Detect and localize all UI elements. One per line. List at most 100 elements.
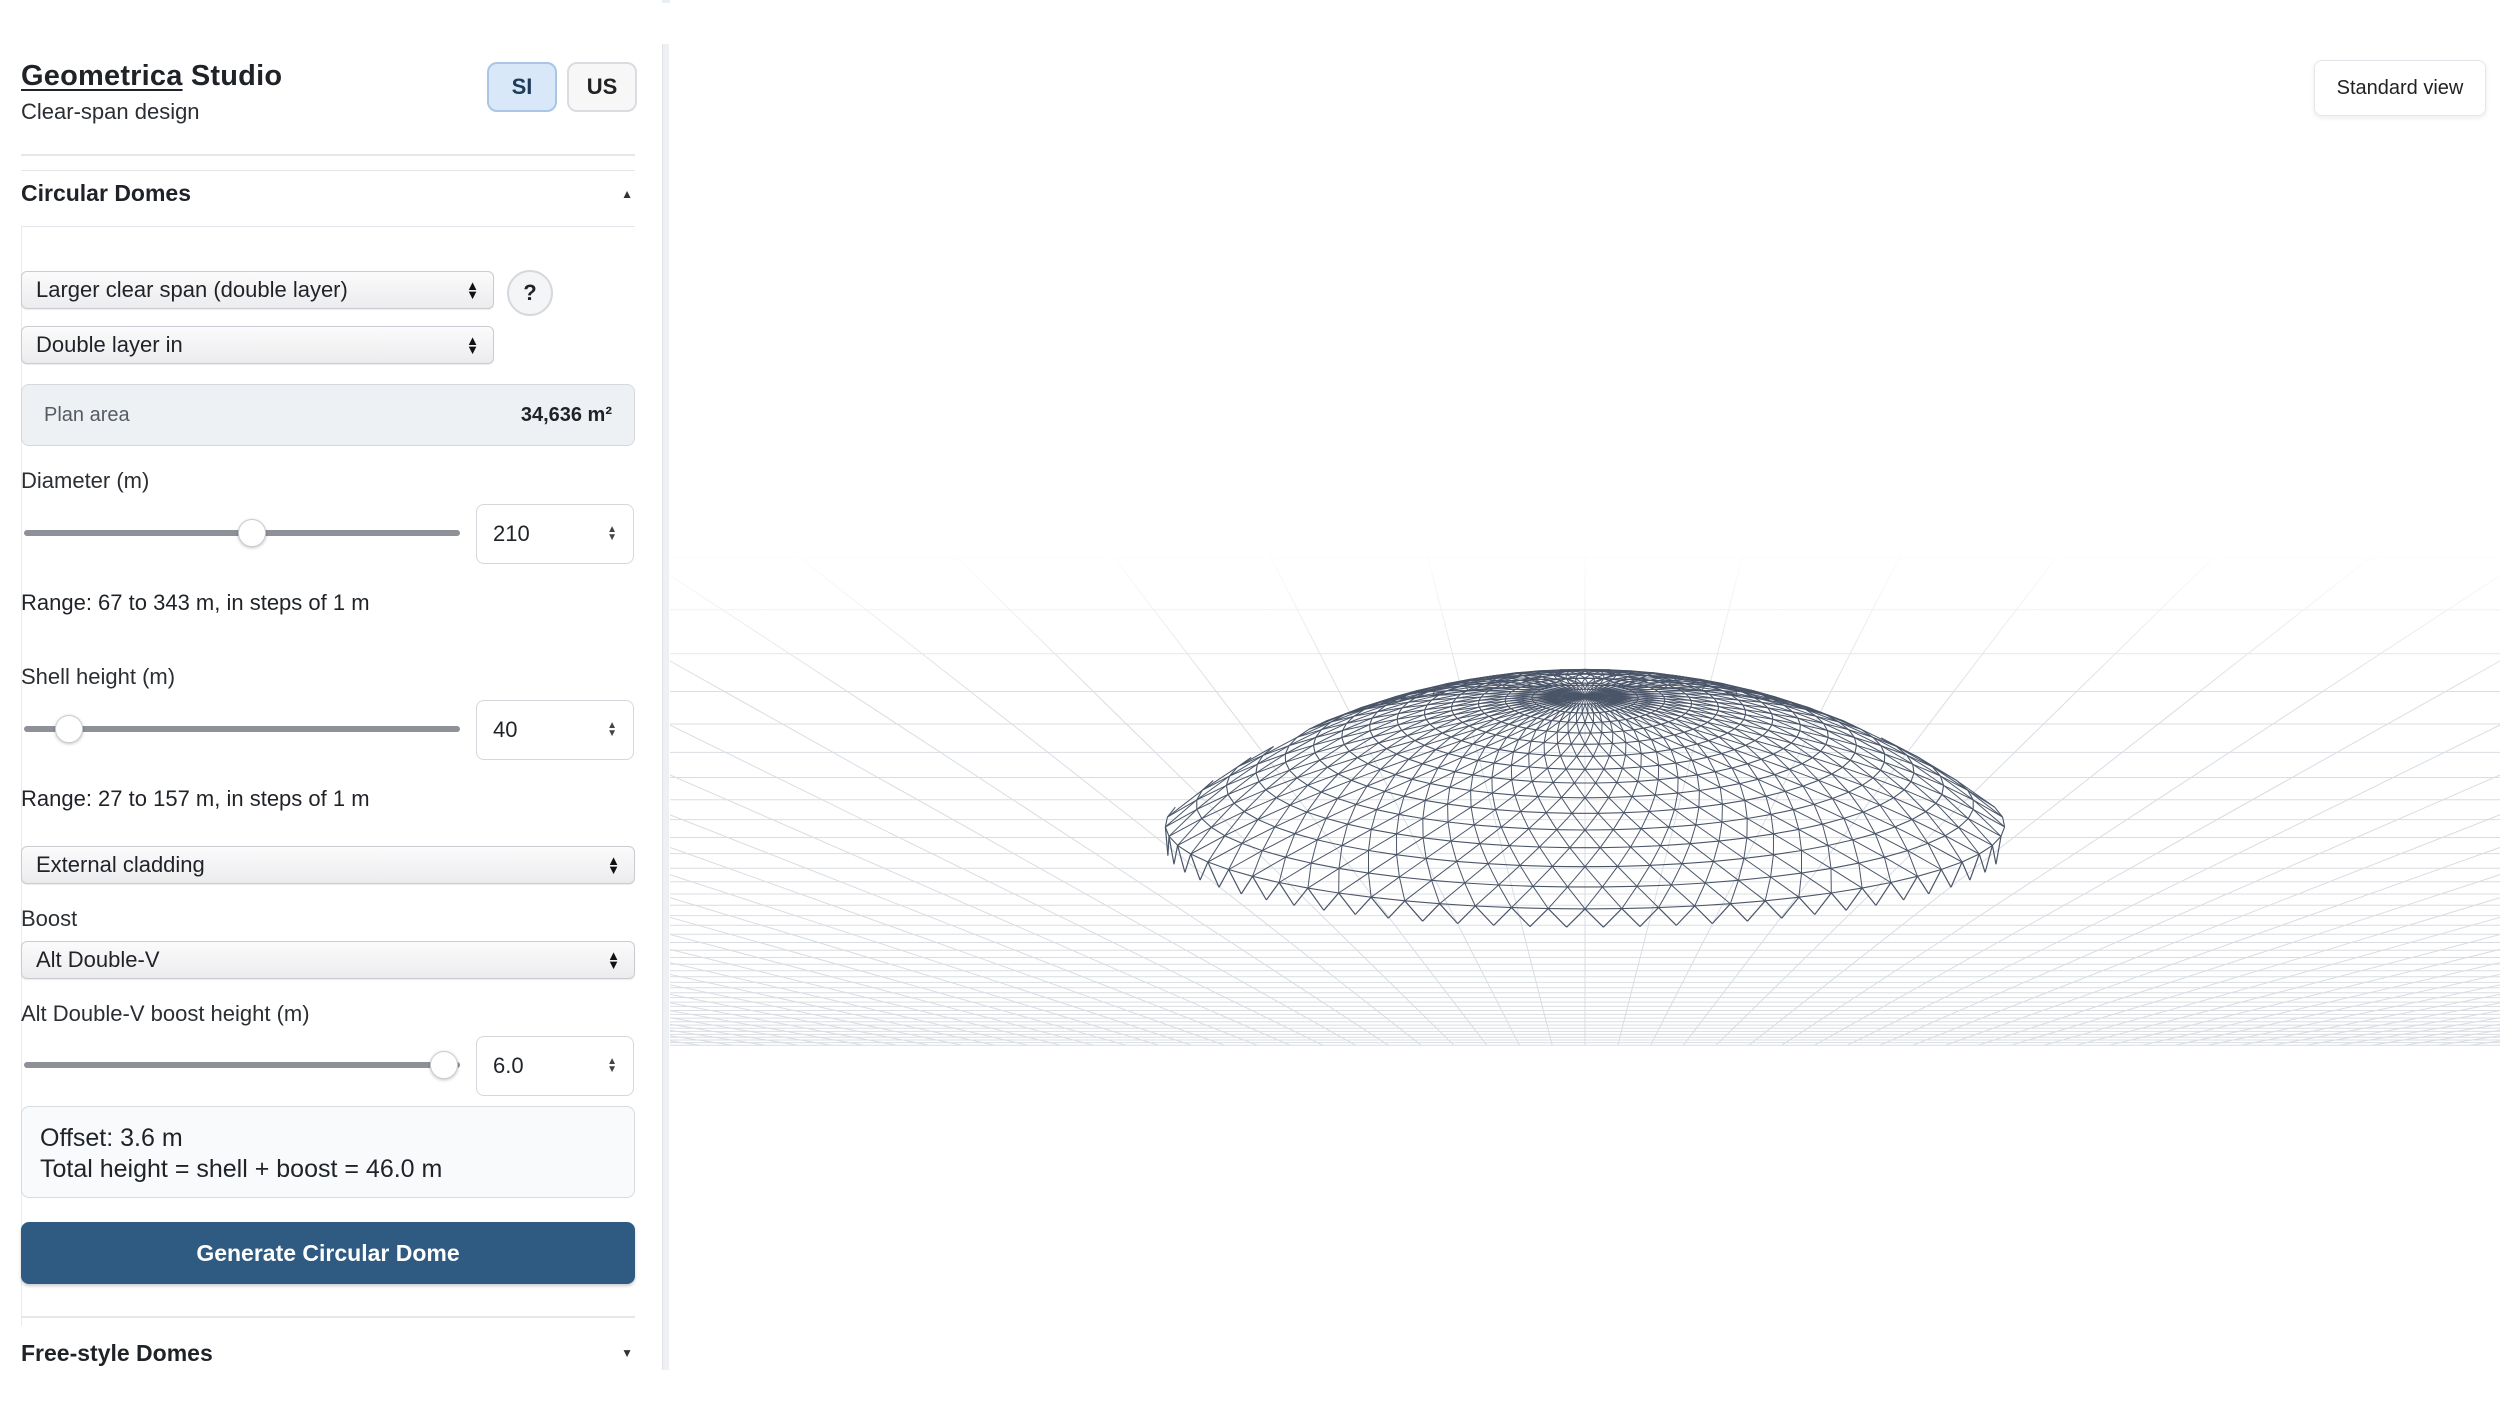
dome-member xyxy=(1715,714,1741,725)
app-title: Geometrica Studio xyxy=(21,60,282,93)
brand: Geometrica Studio Clear-span design xyxy=(21,60,282,125)
dome-member xyxy=(1608,796,1633,799)
dome-member xyxy=(1958,826,1993,846)
dome-member xyxy=(1617,866,1638,887)
dome-member xyxy=(1688,706,1692,711)
unit-us-button[interactable]: US xyxy=(567,62,637,112)
dome-member xyxy=(1573,782,1586,799)
dome-member xyxy=(1307,773,1339,786)
spinner-icon[interactable]: ▲ ▼ xyxy=(607,525,617,543)
boost-height-input[interactable]: 6.0 ▲ ▼ xyxy=(476,1036,634,1096)
section-circular-domes[interactable]: Circular Domes ▲ xyxy=(21,170,635,216)
dome-member xyxy=(1718,821,1723,842)
dome-member xyxy=(1495,723,1510,736)
dome-member xyxy=(1307,863,1312,889)
dome-member xyxy=(1660,845,1683,865)
boost-height-slider[interactable] xyxy=(24,1050,460,1080)
dome-member xyxy=(1470,807,1475,825)
dome-member xyxy=(1520,810,1547,814)
spinner-icon[interactable]: ▲ ▼ xyxy=(607,1057,617,1075)
shell-height-input[interactable]: 40 ▲ ▼ xyxy=(476,700,634,760)
dome-member xyxy=(1190,827,1212,855)
dome-member xyxy=(1289,769,1298,779)
dome-member xyxy=(1967,818,2002,837)
unit-si-button[interactable]: SI xyxy=(487,62,557,112)
dome-member xyxy=(1196,809,1203,819)
layer-mode-select[interactable]: Double layer in ▲ ▼ xyxy=(21,326,494,364)
panel-resizer[interactable] xyxy=(662,44,669,1370)
3d-viewport[interactable]: Standard view xyxy=(670,0,2500,1370)
dome-member xyxy=(1727,728,1735,734)
diameter-slider[interactable] xyxy=(24,518,460,548)
dome-member xyxy=(1241,842,1263,852)
dome-member xyxy=(1487,845,1510,865)
dome-member xyxy=(1285,761,1290,771)
dome-member xyxy=(1313,737,1342,746)
dome-member xyxy=(1718,732,1728,738)
shell-height-value: 40 xyxy=(493,717,518,742)
dome-member xyxy=(1616,780,1638,784)
dome-member xyxy=(1613,828,1642,831)
boost-leg xyxy=(1547,908,1568,928)
dome-member xyxy=(1739,719,1745,725)
dome-member xyxy=(1493,751,1514,764)
dome-member xyxy=(1370,813,1400,830)
dome-member xyxy=(1506,736,1519,741)
boost-leg xyxy=(1903,875,1919,901)
dome-member xyxy=(1783,742,1792,750)
dome-member xyxy=(1668,718,1676,723)
structure-type-select[interactable]: Larger clear span (double layer) ▲ ▼ xyxy=(21,271,494,309)
dome-member xyxy=(1610,720,1619,722)
dome-member xyxy=(1584,732,1592,745)
dome-member xyxy=(1737,858,1745,881)
help-button[interactable]: ? xyxy=(507,270,553,316)
dome-member xyxy=(1337,757,1358,775)
dome-member xyxy=(1652,723,1662,727)
dome-member xyxy=(1684,743,1698,748)
shell-height-slider[interactable] xyxy=(24,714,460,744)
dome-member xyxy=(1576,756,1586,770)
dome-member xyxy=(1692,725,1702,730)
spinner-icon[interactable]: ▲ ▼ xyxy=(607,721,617,739)
dome-member xyxy=(1641,826,1669,830)
dome-member xyxy=(1689,843,1714,862)
slider-thumb[interactable] xyxy=(54,715,83,743)
dome-member xyxy=(1368,854,1397,874)
dome-member xyxy=(1491,764,1512,779)
dome-member xyxy=(1592,755,1605,770)
standard-view-button[interactable]: Standard view xyxy=(2314,60,2486,116)
dome-member xyxy=(1677,789,1700,794)
dome-member xyxy=(1584,744,1594,757)
brand-link[interactable]: Geometrica xyxy=(21,60,183,92)
dome-member xyxy=(1274,826,1295,835)
dome-member xyxy=(1801,872,1832,894)
slider-thumb[interactable] xyxy=(237,519,266,547)
cladding-select[interactable]: External cladding ▲ ▼ xyxy=(21,846,635,884)
dome-member xyxy=(1637,766,1642,782)
generate-dome-button[interactable]: Generate Circular Dome xyxy=(21,1222,635,1284)
dome-member xyxy=(1625,740,1639,744)
dome-member xyxy=(1265,777,1298,791)
dome-member xyxy=(1699,786,1721,792)
boost-leg xyxy=(1814,892,1832,915)
dome-member xyxy=(1872,769,1881,779)
dome-member xyxy=(1537,782,1554,797)
dome-member xyxy=(1746,818,1774,835)
dome-member xyxy=(1941,785,1945,795)
boost-leg xyxy=(1323,892,1340,911)
dome-member xyxy=(1237,745,1274,768)
dome-member xyxy=(1368,872,1400,878)
dome-member xyxy=(1372,713,1399,719)
dome-member xyxy=(1674,731,1685,736)
slider-thumb[interactable] xyxy=(429,1051,458,1079)
dome-member xyxy=(1479,826,1502,845)
diameter-input[interactable]: 210 ▲ ▼ xyxy=(476,504,634,564)
dome-member xyxy=(1386,735,1408,750)
dome-member xyxy=(1556,812,1573,831)
dome-member xyxy=(1681,863,1706,884)
dome-member xyxy=(1649,845,1662,866)
dome-member xyxy=(1532,885,1568,888)
dome-member xyxy=(1398,709,1425,715)
boost-select[interactable]: Alt Double-V ▲ ▼ xyxy=(21,941,635,979)
plan-area-box: Plan area 34,636 m² xyxy=(21,384,635,446)
